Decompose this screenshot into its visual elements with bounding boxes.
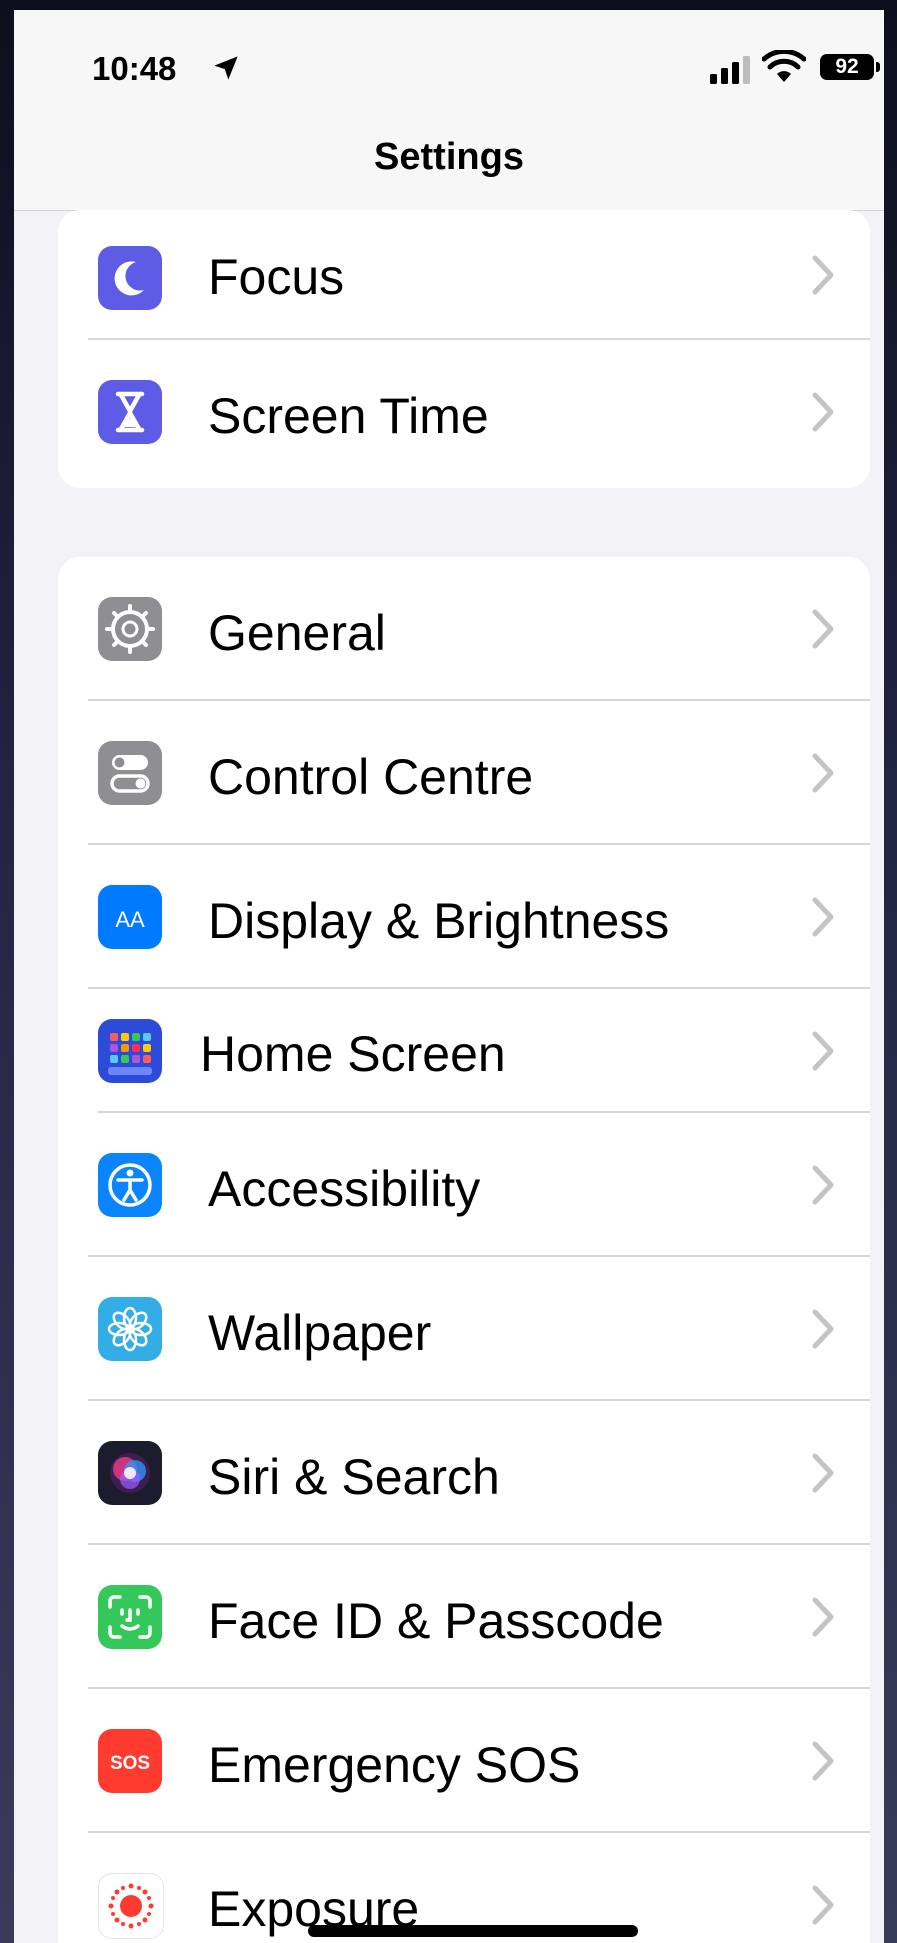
- settings-row-label: General: [208, 605, 386, 661]
- settings-row-wallpaper[interactable]: Wallpaper: [58, 1257, 870, 1401]
- toggles-icon: [98, 741, 162, 805]
- settings-row-general[interactable]: General: [58, 557, 870, 701]
- chevron-right-icon: [812, 1741, 834, 1781]
- settings-row-home-screen[interactable]: Home Screen: [58, 989, 870, 1113]
- exposure-icon: [98, 1873, 164, 1939]
- settings-row-label: Home Screen: [200, 1026, 506, 1082]
- settings-row-label: Wallpaper: [208, 1305, 432, 1361]
- sos-icon: SOS: [98, 1729, 162, 1793]
- settings-group-focus: Focus Screen Time: [58, 210, 870, 488]
- wifi-icon: [762, 50, 806, 82]
- chevron-right-icon: [812, 1309, 834, 1349]
- chevron-right-icon: [812, 897, 834, 937]
- face-id-icon: [98, 1585, 162, 1649]
- settings-screen: 10:48 92 Settings Focus Screen Time Gene…: [14, 10, 884, 1943]
- settings-row-siri-search[interactable]: Siri & Search: [58, 1401, 870, 1545]
- settings-row-screen-time[interactable]: Screen Time: [58, 340, 870, 488]
- status-bar: 10:48 92: [14, 10, 884, 110]
- settings-row-label: Siri & Search: [208, 1449, 500, 1505]
- settings-row-accessibility[interactable]: Accessibility: [58, 1113, 870, 1257]
- chevron-right-icon: [812, 392, 834, 432]
- chevron-right-icon: [812, 255, 834, 295]
- location-arrow-icon: [214, 56, 238, 80]
- settings-row-emergency-sos[interactable]: SOS Emergency SOS: [58, 1689, 870, 1833]
- chevron-right-icon: [812, 1597, 834, 1637]
- text-size-icon: AA: [98, 885, 162, 949]
- chevron-right-icon: [812, 1885, 834, 1925]
- chevron-right-icon: [812, 1031, 834, 1071]
- status-time: 10:48: [92, 50, 177, 87]
- settings-row-label: Control Centre: [208, 749, 534, 805]
- text-size-icon-text: AA: [115, 907, 145, 932]
- settings-row-label: Emergency SOS: [208, 1737, 581, 1793]
- settings-row-label: Accessibility: [208, 1161, 481, 1217]
- settings-row-label: Screen Time: [208, 388, 489, 444]
- chevron-right-icon: [812, 609, 834, 649]
- settings-row-face-id[interactable]: Face ID & Passcode: [58, 1545, 870, 1689]
- navigation-bar: Settings: [14, 110, 884, 211]
- settings-group-general: General Control Centre AA Display & Brig…: [58, 557, 870, 1943]
- chevron-right-icon: [812, 753, 834, 793]
- moon-icon: [98, 246, 162, 310]
- flower-icon: [98, 1297, 162, 1361]
- settings-row-label: Display & Brightness: [208, 893, 670, 949]
- settings-row-focus[interactable]: Focus: [58, 210, 870, 340]
- home-indicator[interactable]: [308, 1925, 638, 1937]
- hourglass-icon: [98, 380, 162, 444]
- cellular-signal-icon: [710, 56, 750, 84]
- siri-icon: [98, 1441, 162, 1505]
- settings-row-label: Focus: [208, 249, 345, 305]
- gear-icon: [98, 597, 162, 661]
- sos-icon-text: SOS: [110, 1753, 150, 1774]
- battery-indicator: 92: [820, 54, 874, 80]
- page-title: Settings: [374, 136, 524, 178]
- accessibility-icon: [98, 1153, 162, 1217]
- home-screen-grid-icon: [98, 1019, 162, 1083]
- settings-row-display-brightness[interactable]: AA Display & Brightness: [58, 845, 870, 989]
- battery-tip: [876, 62, 880, 72]
- chevron-right-icon: [812, 1453, 834, 1493]
- settings-row-control-centre[interactable]: Control Centre: [58, 701, 870, 845]
- chevron-right-icon: [812, 1165, 834, 1205]
- settings-row-label: Face ID & Passcode: [208, 1593, 664, 1649]
